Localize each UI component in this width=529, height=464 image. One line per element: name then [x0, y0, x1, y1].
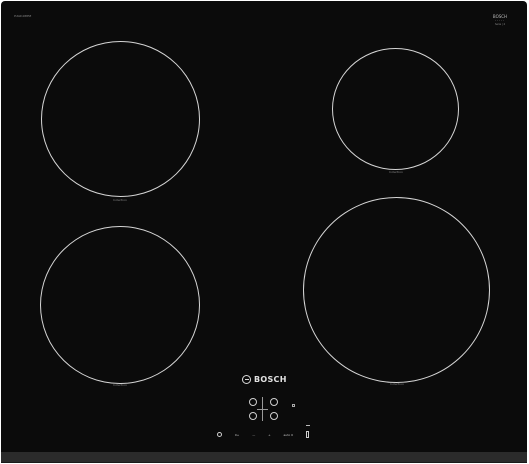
zone-selector-divider-horizontal: [257, 409, 268, 410]
zone-label-rear-left: Induction: [113, 199, 127, 202]
bosch-armature-icon: [242, 374, 251, 384]
brand-logo-block: BOSCH: [242, 373, 287, 385]
brand-name: BOSCH: [254, 374, 287, 384]
zone-select-front-left-button[interactable]: [249, 412, 257, 420]
cooking-zone-rear-left: [41, 41, 200, 197]
touch-control-bar[interactable]: 0+ — + auto 0: [215, 430, 311, 439]
childlock-icon[interactable]: [305, 431, 309, 438]
zone-select-front-right-button[interactable]: [270, 412, 278, 420]
cooktop-front-edge: [1, 452, 527, 463]
power-slider[interactable]: —: [252, 433, 255, 437]
zone-label-rear-right: Induction: [389, 171, 403, 174]
series-badge: BOSCH ····· Serie | 4: [486, 15, 514, 27]
power-level-plus[interactable]: +: [268, 433, 271, 437]
zone-label-front-left: Induction: [113, 384, 127, 387]
power-icon[interactable]: [217, 432, 222, 437]
timer-button[interactable]: auto 0: [283, 433, 293, 437]
cooking-zone-front-right: [303, 197, 490, 383]
touch-bar-marker: [306, 425, 310, 426]
cooking-zone-rear-right: [332, 48, 459, 170]
zone-label-front-right: Induction: [390, 383, 404, 386]
badge-series: Serie | 4: [495, 23, 505, 26]
residual-heat-indicator-icon: [292, 404, 295, 407]
zone-select-rear-right-button[interactable]: [270, 398, 278, 406]
model-code: PUG611BB5E: [14, 15, 32, 18]
cooking-zone-front-left: [40, 226, 200, 384]
zone-select-rear-left-button[interactable]: [249, 398, 257, 406]
power-level-minus[interactable]: 0+: [235, 433, 239, 437]
